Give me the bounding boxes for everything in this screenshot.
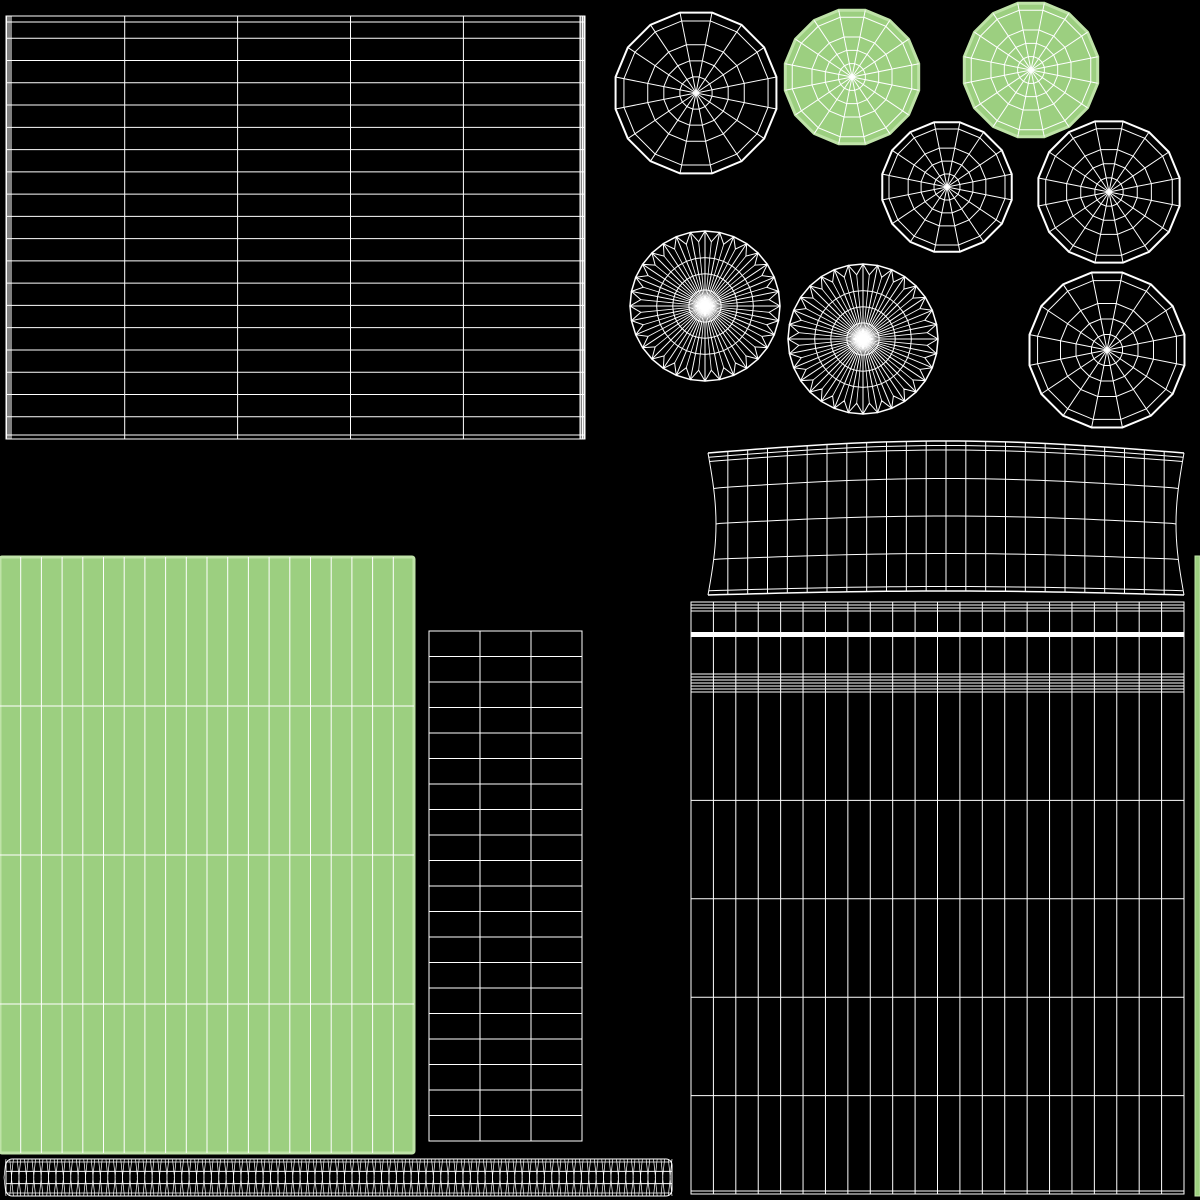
uv-island-serrated-disc-1[interactable] xyxy=(629,230,781,382)
uv-layout-canvas[interactable] xyxy=(0,0,1200,1200)
uv-island-disc-3[interactable] xyxy=(962,1,1100,139)
uv-island-edge-sliver[interactable] xyxy=(1194,555,1200,1197)
uv-island-serrated-disc-2[interactable] xyxy=(787,263,939,415)
uv-island-middle-column[interactable] xyxy=(428,630,583,1142)
uv-island-left-panel[interactable] xyxy=(0,555,416,1155)
uv-island-disc-2[interactable] xyxy=(783,8,921,146)
